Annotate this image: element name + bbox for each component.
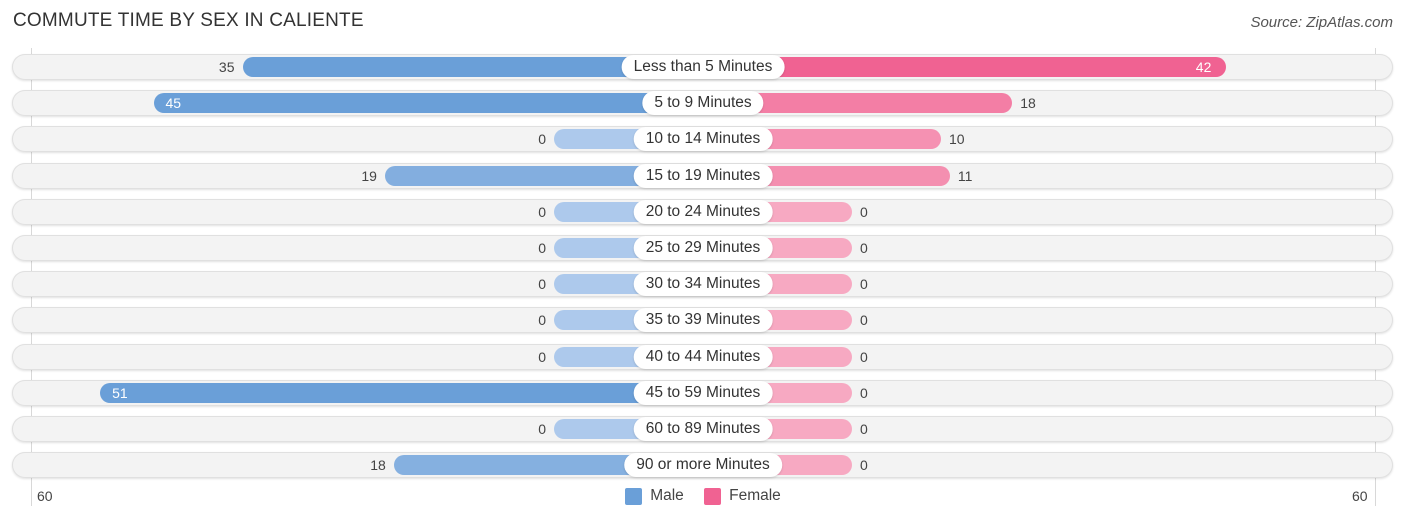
value-label-male: 51 bbox=[112, 384, 128, 401]
category-label: 5 to 9 Minutes bbox=[642, 91, 764, 116]
value-label-male: 0 bbox=[538, 348, 546, 365]
value-label-female: 0 bbox=[860, 348, 868, 365]
legend-swatch-male bbox=[625, 487, 643, 505]
chart-row: 0 0 35 to 39 Minutes bbox=[12, 307, 1393, 334]
category-label: 35 to 39 Minutes bbox=[633, 308, 773, 333]
legend-label-female: Female bbox=[729, 487, 781, 504]
source-label: Source: ZipAtlas.com bbox=[1250, 14, 1393, 31]
category-label: 40 to 44 Minutes bbox=[633, 344, 773, 369]
value-label-female: 0 bbox=[860, 203, 868, 220]
legend-item-female[interactable]: Female bbox=[704, 487, 781, 505]
legend-label-male: Male bbox=[650, 487, 684, 504]
value-label-female: 0 bbox=[860, 240, 868, 256]
value-label-female: 0 bbox=[860, 421, 868, 437]
category-label: 15 to 19 Minutes bbox=[633, 163, 773, 188]
bar-male[interactable] bbox=[153, 93, 703, 114]
value-label-male: 18 bbox=[370, 457, 386, 474]
category-label: 90 or more Minutes bbox=[624, 453, 782, 478]
value-label-male: 0 bbox=[538, 276, 546, 293]
chart-row: 0 10 10 to 14 Minutes bbox=[12, 126, 1393, 153]
value-label-male: 0 bbox=[538, 131, 546, 148]
legend-swatch-female bbox=[704, 487, 722, 505]
chart-row: 45 18 5 to 9 Minutes bbox=[12, 90, 1393, 117]
value-label-male: 19 bbox=[361, 167, 377, 184]
chart-row: 0 0 60 to 89 Minutes bbox=[12, 416, 1393, 442]
value-label-female: 11 bbox=[957, 167, 973, 184]
legend: Male Female bbox=[0, 487, 1406, 510]
chart-row: 0 0 25 to 29 Minutes bbox=[12, 235, 1393, 261]
category-label: 20 to 24 Minutes bbox=[633, 199, 773, 224]
chart-row: 0 0 20 to 24 Minutes bbox=[12, 198, 1393, 225]
legend-item-male[interactable]: Male bbox=[625, 487, 684, 505]
category-label: 60 to 89 Minutes bbox=[633, 417, 773, 441]
value-label-female: 0 bbox=[860, 312, 868, 329]
chart-row: 0 0 40 to 44 Minutes bbox=[12, 343, 1393, 370]
value-label-male: 45 bbox=[165, 95, 182, 112]
value-label-male: 35 bbox=[218, 59, 235, 75]
value-label-male: 0 bbox=[538, 312, 546, 329]
value-label-female: 42 bbox=[1195, 59, 1212, 75]
value-label-female: 0 bbox=[860, 384, 868, 401]
chart-title: COMMUTE TIME BY SEX IN CALIENTE bbox=[13, 10, 364, 31]
chart-row: 35 42 Less than 5 Minutes bbox=[12, 54, 1393, 80]
bar-male[interactable] bbox=[100, 382, 703, 403]
chart-row: 19 11 15 to 19 Minutes bbox=[12, 162, 1393, 189]
category-label: 30 to 34 Minutes bbox=[633, 272, 773, 297]
value-label-male: 0 bbox=[538, 240, 546, 256]
category-label: Less than 5 Minutes bbox=[621, 55, 785, 79]
value-label-female: 10 bbox=[949, 131, 965, 148]
value-label-female: 18 bbox=[1020, 95, 1036, 112]
value-label-male: 0 bbox=[538, 203, 546, 220]
chart-row: 51 0 45 to 59 Minutes bbox=[12, 379, 1393, 406]
category-label: 25 to 29 Minutes bbox=[633, 236, 773, 260]
category-label: 45 to 59 Minutes bbox=[633, 380, 773, 405]
category-label: 10 to 14 Minutes bbox=[633, 127, 773, 152]
chart-row: 18 0 90 or more Minutes bbox=[12, 452, 1393, 479]
value-label-male: 0 bbox=[538, 421, 546, 437]
value-label-female: 0 bbox=[860, 276, 868, 293]
chart-row: 0 0 30 to 34 Minutes bbox=[12, 271, 1393, 298]
value-label-female: 0 bbox=[860, 457, 868, 474]
